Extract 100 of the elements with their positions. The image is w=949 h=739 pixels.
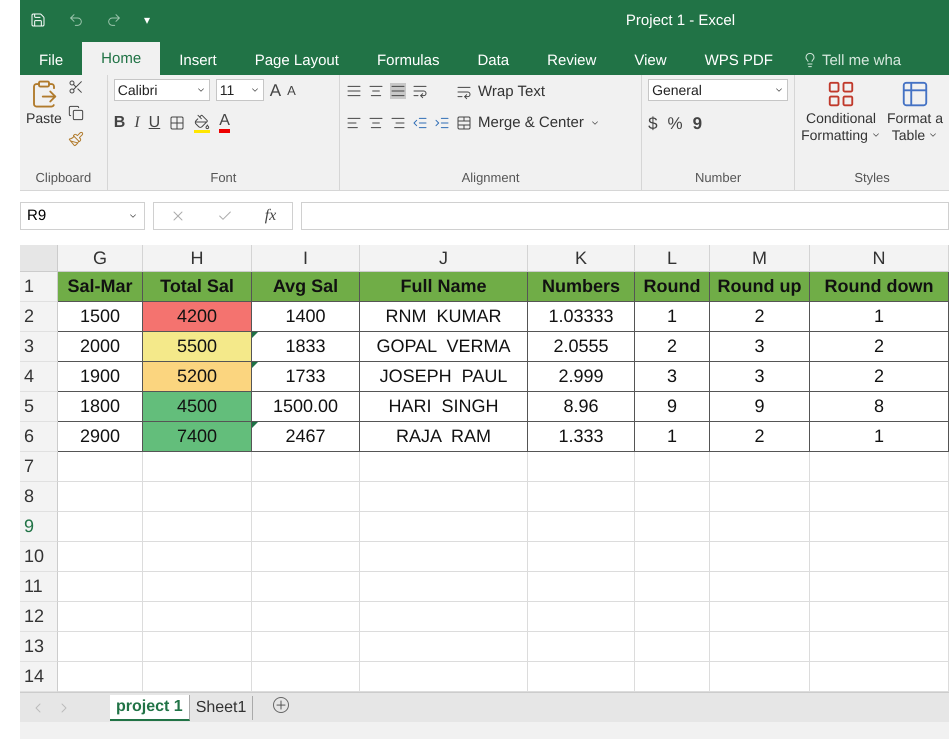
column-header[interactable]: I <box>252 245 360 272</box>
table-cell: 5200 <box>143 362 252 392</box>
row-header[interactable]: 12 <box>20 602 58 632</box>
row-header[interactable]: 4 <box>20 362 58 392</box>
font-size-field[interactable]: 11 <box>216 79 264 101</box>
column-header[interactable]: H <box>143 245 252 272</box>
add-sheet-icon[interactable] <box>273 697 290 713</box>
name-box[interactable]: R9 <box>20 202 145 230</box>
ribbon-tab[interactable]: File <box>20 45 82 75</box>
column-header[interactable]: K <box>528 245 635 272</box>
paste-button[interactable]: Paste <box>26 79 62 170</box>
grow-font-button[interactable]: A <box>270 82 282 98</box>
group-label: Alignment <box>460 170 520 187</box>
save-icon[interactable] <box>30 12 46 28</box>
ribbon-tab[interactable]: Formulas <box>358 45 458 75</box>
group-label: Number <box>694 170 742 187</box>
table-cell: 2.999 <box>528 362 635 392</box>
table-cell: 1 <box>810 422 949 452</box>
row-header[interactable]: 14 <box>20 662 58 692</box>
group-label: Styles <box>853 170 891 187</box>
format-painter-icon[interactable] <box>68 131 84 147</box>
column-header[interactable]: L <box>635 245 710 272</box>
row-header[interactable]: 8 <box>20 482 58 512</box>
table-cell: 1.333 <box>528 422 635 452</box>
table-header-cell: Round down <box>810 272 949 302</box>
table-cell: RAJA RAM <box>360 422 528 452</box>
number-format-button[interactable]: % <box>668 115 683 132</box>
table-cell: 2000 <box>58 332 143 362</box>
column-header[interactable]: N <box>810 245 949 272</box>
align-center-icon[interactable] <box>368 115 384 131</box>
wrap-text-button[interactable]: Wrap Text <box>456 83 600 100</box>
row-header[interactable]: 1 <box>20 272 58 302</box>
scissors-icon[interactable] <box>68 79 84 95</box>
align-top-icon[interactable] <box>346 83 362 99</box>
font-style-button[interactable]: U <box>148 115 160 131</box>
formula-field[interactable] <box>301 202 949 230</box>
row-header[interactable]: 5 <box>20 392 58 422</box>
sheet-tab[interactable]: Sheet1 <box>190 696 254 720</box>
merge-center-button[interactable]: Merge & Center <box>456 114 600 131</box>
ribbon-tab[interactable]: Insert <box>160 45 236 75</box>
font-color-button[interactable]: A <box>219 113 230 133</box>
number-format-button[interactable]: $ <box>648 115 658 132</box>
shrink-font-button[interactable]: A <box>287 84 296 96</box>
customize-menu[interactable]: ▾ <box>144 13 150 27</box>
table-cell: 3 <box>710 332 810 362</box>
row-header[interactable]: 13 <box>20 632 58 662</box>
table-cell: 8.96 <box>528 392 635 422</box>
table-cell: 1900 <box>58 362 143 392</box>
styles-button[interactable]: Conditional Formatting <box>801 79 881 170</box>
table-header-cell: Numbers <box>528 272 635 302</box>
font-style-button[interactable]: I <box>134 115 140 131</box>
number-format-button[interactable]: 9 <box>692 115 702 132</box>
row-header[interactable]: 9 <box>20 512 58 542</box>
styles-button[interactable]: Format a Table <box>886 79 943 170</box>
table-header-cell: Total Sal <box>143 272 252 302</box>
ribbon-tab[interactable]: Page Layout <box>236 45 358 75</box>
table-cell: 1733 <box>252 362 360 392</box>
group-label: Font <box>209 170 238 187</box>
align-middle-icon[interactable] <box>368 83 384 99</box>
copy-icon[interactable] <box>68 105 84 121</box>
borders-icon[interactable] <box>169 115 186 131</box>
decrease-indent-icon[interactable] <box>412 115 428 131</box>
group-label: Clipboard <box>34 170 92 187</box>
redo-icon[interactable] <box>106 12 122 28</box>
ribbon-tab[interactable]: WPS PDF <box>686 45 792 75</box>
table-header-cell: Round up <box>710 272 810 302</box>
column-header[interactable]: J <box>360 245 528 272</box>
font-style-button[interactable]: B <box>114 115 126 131</box>
row-header[interactable]: 11 <box>20 572 58 602</box>
ribbon-tab[interactable]: View <box>615 45 686 75</box>
row-header[interactable]: 2 <box>20 302 58 332</box>
table-header-cell: Avg Sal <box>252 272 360 302</box>
align-left-icon[interactable] <box>346 115 362 131</box>
table-cell: 1 <box>635 302 710 332</box>
table-cell: HARI SINGH <box>360 392 528 422</box>
number-format-field[interactable]: General <box>648 79 788 101</box>
fill-color-icon[interactable] <box>194 114 210 132</box>
font-name-field[interactable]: Calibri <box>114 79 210 101</box>
table-cell: 3 <box>710 362 810 392</box>
align-right-icon[interactable] <box>390 115 406 131</box>
table-cell: 2467 <box>252 422 360 452</box>
ribbon-tab[interactable]: Data <box>458 45 528 75</box>
increase-indent-icon[interactable] <box>434 115 450 131</box>
row-header[interactable]: 6 <box>20 422 58 452</box>
table-header-cell: Round <box>635 272 710 302</box>
tell-me-field[interactable]: Tell me wha <box>802 45 902 75</box>
orientation-icon[interactable] <box>412 83 428 99</box>
ribbon-tab[interactable]: Review <box>528 45 616 75</box>
column-header[interactable]: M <box>710 245 810 272</box>
ribbon-tab[interactable]: Home <box>82 42 160 75</box>
sheet-tab[interactable]: project 1 <box>110 694 190 720</box>
row-header[interactable]: 7 <box>20 452 58 482</box>
table-cell: 4200 <box>143 302 252 332</box>
insert-function-button[interactable]: fx <box>264 206 276 224</box>
undo-icon[interactable] <box>68 12 84 28</box>
row-header[interactable]: 10 <box>20 542 58 572</box>
align-bottom-icon[interactable] <box>390 83 406 99</box>
column-header[interactable]: G <box>58 245 143 272</box>
row-header[interactable]: 3 <box>20 332 58 362</box>
table-cell: 1400 <box>252 302 360 332</box>
